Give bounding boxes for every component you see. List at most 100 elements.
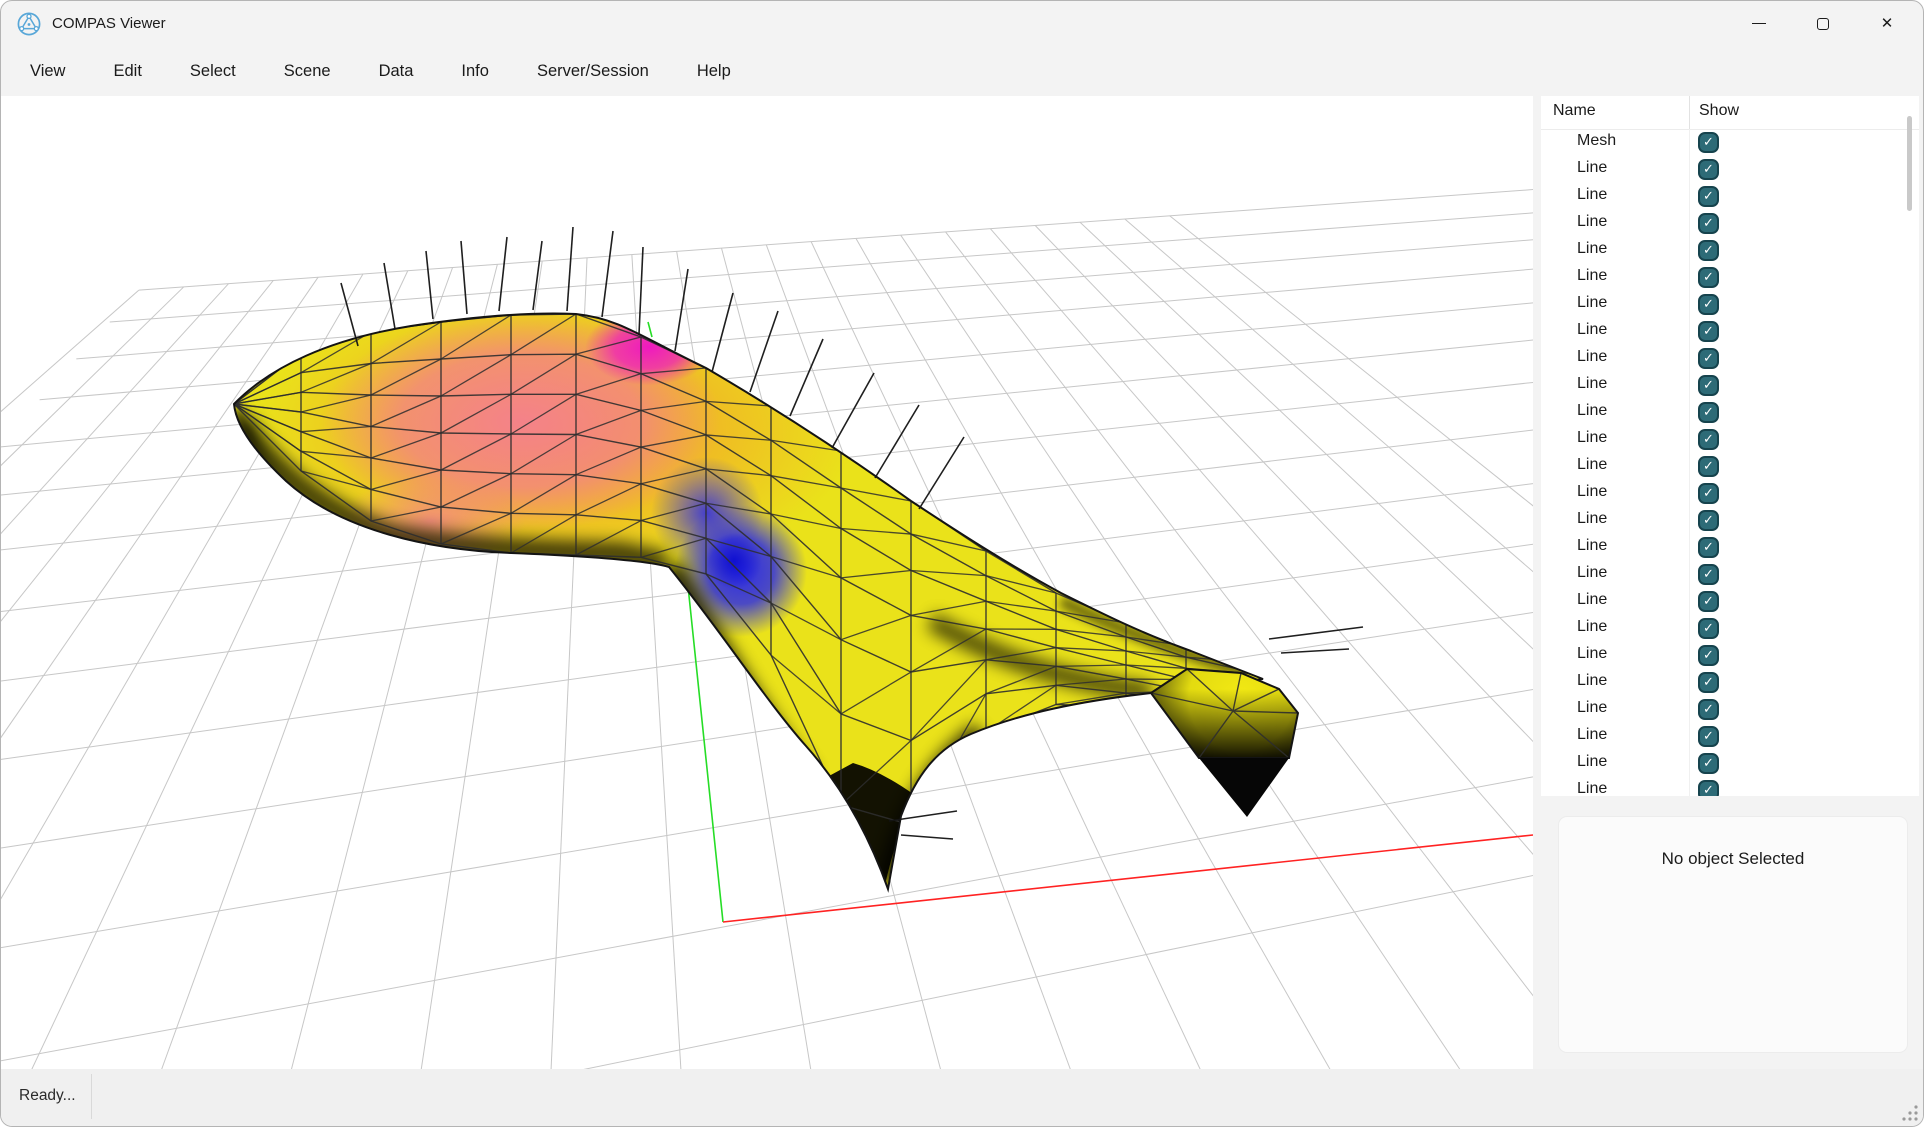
object-list: Mesh ✓ Line ✓ Line ✓ Line ✓ Line ✓ Line ✓ Line ✓ Line ✓… bbox=[1541, 129, 1919, 796]
show-checkbox[interactable]: ✓ bbox=[1698, 483, 1719, 504]
show-checkbox[interactable]: ✓ bbox=[1698, 429, 1719, 450]
show-checkbox[interactable]: ✓ bbox=[1698, 753, 1719, 774]
object-name-label: Line bbox=[1577, 645, 1607, 663]
tree-row[interactable]: Line ✓ bbox=[1541, 750, 1919, 777]
status-divider bbox=[91, 1074, 92, 1119]
tree-row[interactable]: Line ✓ bbox=[1541, 453, 1919, 480]
menu-item-scene[interactable]: Scene bbox=[263, 55, 352, 88]
maximize-button[interactable] bbox=[1791, 1, 1855, 46]
menu-item-edit[interactable]: Edit bbox=[92, 55, 162, 88]
tree-row[interactable]: Line✓ bbox=[1541, 372, 1919, 399]
show-checkbox[interactable]: ✓ bbox=[1698, 186, 1719, 207]
wing-underside bbox=[1199, 758, 1289, 817]
show-checkbox[interactable]: ✓ bbox=[1698, 213, 1719, 234]
show-checkbox[interactable]: ✓ bbox=[1698, 672, 1719, 693]
object-name-label: Line bbox=[1577, 456, 1607, 474]
tree-row[interactable]: Line✓ bbox=[1541, 561, 1919, 588]
show-checkbox[interactable]: ✓ bbox=[1698, 132, 1719, 153]
show-checkbox[interactable]: ✓ bbox=[1698, 159, 1719, 180]
tree-row[interactable]: Line ✓ bbox=[1541, 399, 1919, 426]
object-name-label: Line bbox=[1577, 699, 1607, 717]
menu-item-view[interactable]: View bbox=[9, 55, 86, 88]
object-name-label: Line bbox=[1577, 159, 1607, 177]
object-name-label: Line bbox=[1577, 753, 1607, 771]
object-name-label: Line bbox=[1577, 402, 1607, 420]
object-name-label: Mesh bbox=[1577, 132, 1616, 150]
show-checkbox[interactable]: ✓ bbox=[1698, 780, 1719, 796]
object-name-label: Line bbox=[1577, 726, 1607, 744]
tree-row[interactable]: Line ✓ bbox=[1541, 642, 1919, 669]
menu-item-data[interactable]: Data bbox=[358, 55, 435, 88]
tree-row[interactable]: Line ✓ bbox=[1541, 588, 1919, 615]
menu-item-help[interactable]: Help bbox=[676, 55, 752, 88]
minimize-icon bbox=[1752, 23, 1766, 25]
resize-grip-icon[interactable] bbox=[1900, 1103, 1920, 1123]
tree-row[interactable]: Line ✓ bbox=[1541, 237, 1919, 264]
show-checkbox[interactable]: ✓ bbox=[1698, 510, 1719, 531]
show-checkbox[interactable]: ✓ bbox=[1698, 699, 1719, 720]
show-checkbox[interactable]: ✓ bbox=[1698, 618, 1719, 639]
app-window: COMPAS Viewer ✕ ViewEditSelectSceneDataI… bbox=[0, 0, 1924, 1127]
show-checkbox[interactable]: ✓ bbox=[1698, 267, 1719, 288]
scene-canvas bbox=[1, 96, 1533, 1071]
tree-row[interactable]: Line ✓ bbox=[1541, 426, 1919, 453]
object-name-label: Line bbox=[1577, 429, 1607, 447]
tree-row[interactable]: Mesh ✓ bbox=[1541, 129, 1919, 156]
minimize-button[interactable] bbox=[1727, 1, 1791, 46]
tree-row[interactable]: Line✓ bbox=[1541, 264, 1919, 291]
sidebar: Name Show Mesh✓Line✓Line✓Line✓Line✓Line✓… bbox=[1541, 96, 1924, 1127]
object-name-label: Line bbox=[1577, 240, 1607, 258]
tree-row[interactable]: Line✓ bbox=[1541, 210, 1919, 237]
close-button[interactable]: ✕ bbox=[1855, 1, 1919, 46]
viewport-3d[interactable] bbox=[1, 96, 1533, 1071]
object-name-label: Line bbox=[1577, 510, 1607, 528]
object-name-label: Line bbox=[1577, 618, 1607, 636]
menu-item-select[interactable]: Select bbox=[169, 55, 257, 88]
tree-row[interactable]: Line ✓ bbox=[1541, 534, 1919, 561]
object-name-label: Line bbox=[1577, 294, 1607, 312]
tree-row[interactable]: Line ✓ bbox=[1541, 156, 1919, 183]
object-name-label: Line bbox=[1577, 537, 1607, 555]
tree-row[interactable]: Line ✓ bbox=[1541, 723, 1919, 750]
show-checkbox[interactable]: ✓ bbox=[1698, 294, 1719, 315]
tree-row[interactable]: Line ✓ bbox=[1541, 291, 1919, 318]
window-title: COMPAS Viewer bbox=[52, 15, 166, 32]
tree-row[interactable]: Line ✓ bbox=[1541, 615, 1919, 642]
menu-item-info[interactable]: Info bbox=[440, 55, 510, 88]
tree-row[interactable]: Line ✓ bbox=[1541, 318, 1919, 345]
object-name-label: Line bbox=[1577, 483, 1607, 501]
tree-row[interactable]: Line ✓ bbox=[1541, 507, 1919, 534]
tree-row[interactable]: Line✓ bbox=[1541, 183, 1919, 210]
tree-row[interactable]: Line ✓ bbox=[1541, 669, 1919, 696]
menu-bar: ViewEditSelectSceneDataInfoServer/Sessio… bbox=[1, 46, 1923, 96]
show-checkbox[interactable]: ✓ bbox=[1698, 591, 1719, 612]
object-name-label: Line bbox=[1577, 591, 1607, 609]
column-divider bbox=[1689, 96, 1690, 129]
object-name-label: Line bbox=[1577, 672, 1607, 690]
tree-row[interactable]: Line✓ bbox=[1541, 345, 1919, 372]
compas-logo-icon bbox=[16, 11, 42, 37]
show-checkbox[interactable]: ✓ bbox=[1698, 645, 1719, 666]
show-checkbox[interactable]: ✓ bbox=[1698, 348, 1719, 369]
show-checkbox[interactable]: ✓ bbox=[1698, 726, 1719, 747]
maximize-icon bbox=[1817, 18, 1829, 30]
status-text: Ready... bbox=[19, 1087, 76, 1105]
status-bar: Ready... bbox=[1, 1069, 1923, 1126]
close-icon: ✕ bbox=[1881, 16, 1894, 31]
show-checkbox[interactable]: ✓ bbox=[1698, 564, 1719, 585]
object-details-panel: No object Selected bbox=[1558, 816, 1908, 1053]
tree-row[interactable]: Line ✓ bbox=[1541, 696, 1919, 723]
object-name-label: Line bbox=[1577, 321, 1607, 339]
show-checkbox[interactable]: ✓ bbox=[1698, 240, 1719, 261]
show-checkbox[interactable]: ✓ bbox=[1698, 375, 1719, 396]
object-name-label: Line bbox=[1577, 780, 1607, 796]
show-checkbox[interactable]: ✓ bbox=[1698, 321, 1719, 342]
show-checkbox[interactable]: ✓ bbox=[1698, 402, 1719, 423]
tree-scrollbar[interactable] bbox=[1907, 116, 1912, 211]
tree-row[interactable]: Line ✓ bbox=[1541, 480, 1919, 507]
show-checkbox[interactable]: ✓ bbox=[1698, 537, 1719, 558]
show-checkbox[interactable]: ✓ bbox=[1698, 456, 1719, 477]
x-axis-line bbox=[723, 835, 1533, 922]
menu-item-server-session[interactable]: Server/Session bbox=[516, 55, 670, 88]
tree-row[interactable]: Line ✓ bbox=[1541, 777, 1919, 796]
